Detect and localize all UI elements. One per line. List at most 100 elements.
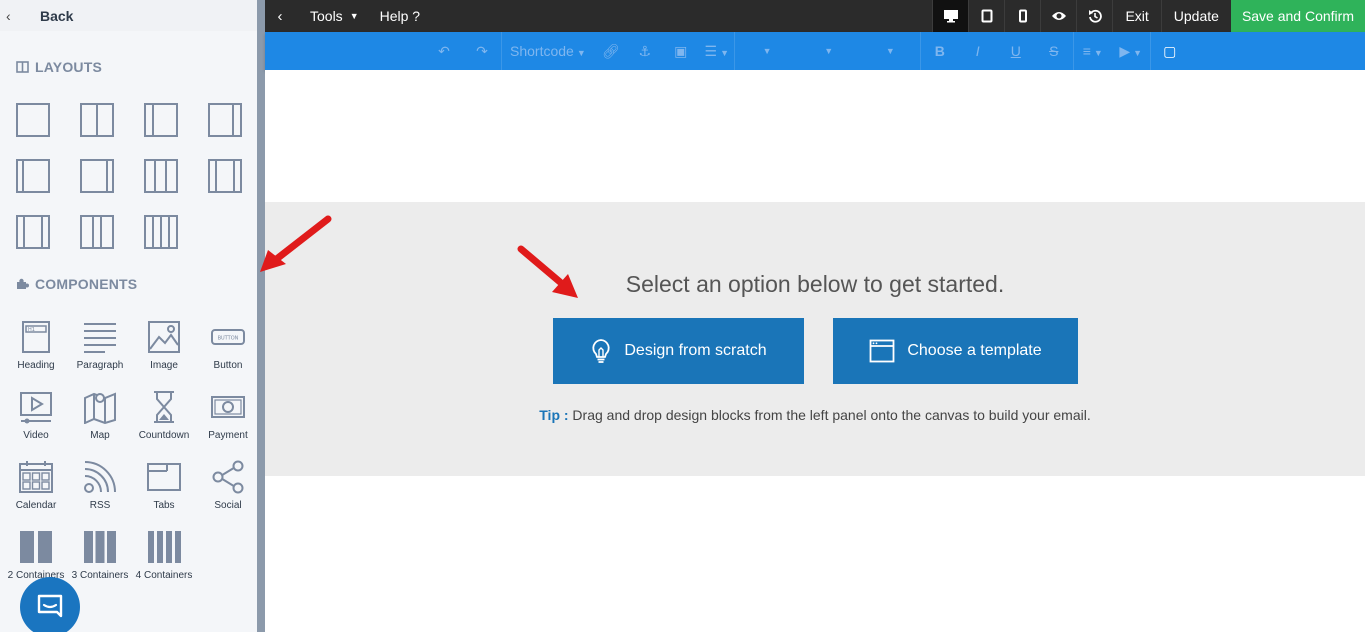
history-button[interactable] (1076, 0, 1112, 32)
help-menu[interactable]: Help ? (374, 8, 435, 24)
insert-image-icon[interactable]: ▣ (662, 43, 700, 60)
component-label: Calendar (15, 500, 57, 511)
redo-icon[interactable]: ↷ (463, 43, 501, 60)
component-4-containers[interactable]: 4 Containers (132, 528, 196, 592)
help-label: Help ? (379, 8, 421, 24)
component-tabs[interactable]: Tabs (132, 458, 196, 522)
bold-icon[interactable]: B (921, 43, 959, 59)
component-label: Heading (17, 360, 55, 371)
choose-template-button[interactable]: Choose a template (833, 318, 1078, 384)
save-and-confirm-button[interactable]: Save and Confirm (1230, 0, 1365, 32)
layout-3-columns-alt[interactable] (16, 215, 50, 249)
heading-icon: H1 (22, 321, 50, 353)
paragraph-icon (84, 323, 116, 353)
layouts-title: LAYOUTS (35, 59, 103, 75)
canvas-bottom-area (265, 476, 1365, 632)
eye-icon (1051, 12, 1066, 20)
font-group: ▼ ▼ ▼ (735, 32, 921, 70)
save-label: Save and Confirm (1241, 8, 1354, 24)
component-image[interactable]: Image (132, 318, 196, 382)
component-social[interactable]: Social (196, 458, 258, 522)
direction-icon[interactable]: ▶ ▼ (1112, 43, 1150, 60)
two-containers-icon (20, 531, 52, 563)
rss-icon (84, 461, 116, 493)
svg-text:BUTTON: BUTTON (218, 336, 239, 342)
puzzle-icon (17, 278, 29, 289)
editor-toolbar: ↶ ↷ Shortcode ▼ 🔗︎ ⚓︎ ▣ ☰ ▼ ▼ ▼ ▼ B I U S … (265, 32, 1365, 70)
caret-down-icon: ▼ (576, 48, 586, 58)
three-containers-icon (84, 531, 116, 563)
template-button-label: Choose a template (907, 342, 1042, 359)
list-icon[interactable]: ☰ ▼ (700, 43, 734, 60)
chevron-left-icon[interactable]: ‹ (265, 8, 295, 25)
component-label: Payment (208, 430, 248, 441)
back-button[interactable]: ‹ Back (0, 0, 258, 31)
component-button[interactable]: BUTTON Button (196, 318, 258, 382)
component-calendar[interactable]: Calendar (4, 458, 68, 522)
exit-button[interactable]: Exit (1112, 0, 1160, 32)
left-panel: ‹ Back LAYOUTS COMPONENTS H1 Heading Par… (0, 0, 258, 632)
underline-icon[interactable]: U (997, 43, 1035, 59)
update-button[interactable]: Update (1160, 0, 1231, 32)
chat-launcher-button[interactable] (20, 577, 80, 632)
layout-right-sidebar[interactable] (80, 159, 114, 193)
tablet-view-button[interactable] (968, 0, 1004, 32)
component-label: Social (214, 500, 242, 511)
design-from-scratch-button[interactable]: Design from scratch (553, 318, 804, 384)
layout-1-column[interactable] (16, 103, 50, 137)
hourglass-icon (154, 391, 174, 423)
align-group: ≡ ▼ ▶ ▼ (1074, 32, 1151, 70)
top-bar: ‹ Tools ▼ Help ? Exit Update Save and Co… (265, 0, 1365, 32)
link-icon[interactable]: 🔗︎ (594, 43, 628, 60)
line-height-dropdown[interactable]: ▼ (886, 46, 895, 56)
component-countdown[interactable]: Countdown (132, 388, 196, 452)
components-heading: COMPONENTS (16, 276, 137, 292)
component-rss[interactable]: RSS (68, 458, 132, 522)
component-heading[interactable]: H1 Heading (4, 318, 68, 382)
component-label: Countdown (138, 430, 190, 441)
component-grid: H1 Heading Paragraph Image BUTTON Button… (4, 318, 258, 592)
layout-3-columns[interactable] (144, 159, 178, 193)
preview-button[interactable] (1040, 0, 1076, 32)
history-icon (1088, 9, 1102, 23)
component-paragraph[interactable]: Paragraph (68, 318, 132, 382)
component-payment[interactable]: Payment (196, 388, 258, 452)
component-label: RSS (89, 500, 111, 511)
mobile-view-button[interactable] (1004, 0, 1040, 32)
font-size-dropdown[interactable]: ▼ (824, 46, 833, 56)
shortcode-dropdown[interactable]: Shortcode ▼ (502, 43, 594, 59)
undo-icon[interactable]: ↶ (425, 43, 463, 60)
annotation-arrow-icon (517, 245, 578, 298)
layout-3-columns-wide-center[interactable] (208, 159, 242, 193)
component-label: Tabs (153, 500, 175, 511)
italic-icon[interactable]: I (959, 43, 997, 59)
lightbulb-icon (592, 339, 610, 363)
align-icon[interactable]: ≡ ▼ (1074, 43, 1112, 59)
component-map[interactable]: Map (68, 388, 132, 452)
layout-right-narrow[interactable] (208, 103, 242, 137)
layout-left-narrow[interactable] (144, 103, 178, 137)
four-containers-icon (148, 531, 181, 563)
font-family-dropdown[interactable]: ▼ (763, 46, 772, 56)
layout-left-sidebar[interactable] (16, 159, 50, 193)
design-button-label: Design from scratch (624, 342, 767, 359)
start-prompt: Select an option below to get started. (625, 271, 1005, 297)
tools-menu[interactable]: Tools ▼ (295, 8, 374, 24)
source-group: ▢ (1151, 32, 1189, 70)
component-label: 4 Containers (135, 570, 193, 581)
source-toggle-icon[interactable]: ▢ (1151, 43, 1189, 60)
component-video[interactable]: Video (4, 388, 68, 452)
strikethrough-icon[interactable]: S (1035, 43, 1073, 59)
component-label: Paragraph (76, 360, 124, 371)
annotation-arrow-icon (260, 215, 332, 272)
desktop-view-button[interactable] (932, 0, 969, 32)
layout-4-columns[interactable] (144, 215, 178, 249)
desktop-icon (943, 10, 958, 23)
history-group: ↶ ↷ (425, 32, 502, 70)
layout-3-columns-even[interactable] (80, 215, 114, 249)
panel-resize-handle[interactable] (257, 0, 265, 632)
layout-2-columns[interactable] (80, 103, 114, 137)
component-3-containers[interactable]: 3 Containers (68, 528, 132, 592)
component-label: Map (90, 430, 110, 441)
anchor-icon[interactable]: ⚓︎ (628, 43, 662, 60)
